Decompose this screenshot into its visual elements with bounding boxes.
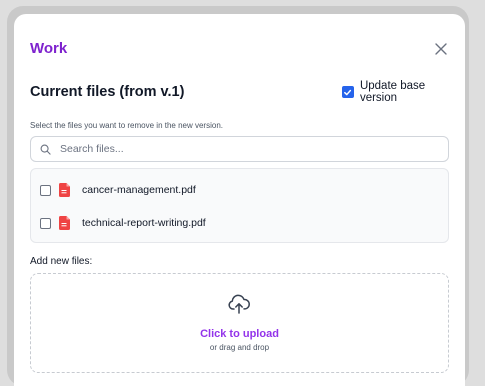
search-field[interactable] [30, 136, 449, 162]
file-row-cancer-management[interactable]: cancer-management.pdf [40, 180, 196, 200]
click-to-upload-link[interactable]: Click to upload [31, 328, 448, 340]
update-base-version-checkbox[interactable]: Update base version [342, 80, 465, 104]
pdf-file-icon [59, 216, 70, 230]
current-files-title: Current files (from v.1) [30, 84, 185, 100]
search-input[interactable] [58, 142, 442, 156]
pdf-file-icon [59, 183, 70, 197]
search-icon [40, 144, 51, 155]
file-upload-dropzone[interactable]: Click to upload or drag and drop [30, 273, 449, 373]
modal-title: Work [30, 40, 68, 57]
file-checkbox[interactable] [40, 217, 51, 229]
current-files-list: cancer-management.pdf technical-report-w… [30, 168, 449, 243]
file-name: technical-report-writing.pdf [82, 217, 206, 229]
remove-files-hint: Select the files you want to remove in t… [30, 121, 223, 130]
file-checkbox[interactable] [40, 184, 51, 196]
file-row-technical-report-writing[interactable]: technical-report-writing.pdf [40, 213, 206, 233]
update-base-version-label[interactable]: Update base version [360, 80, 465, 104]
checkbox-checked-icon[interactable] [342, 86, 354, 98]
cloud-upload-icon [228, 294, 250, 314]
file-name: cancer-management.pdf [82, 184, 196, 196]
drag-and-drop-text: or drag and drop [209, 343, 270, 352]
work-modal: Work Current files (from v.1) Update bas… [14, 14, 465, 386]
add-new-files-label: Add new files: [30, 256, 93, 267]
close-icon[interactable] [432, 40, 450, 58]
